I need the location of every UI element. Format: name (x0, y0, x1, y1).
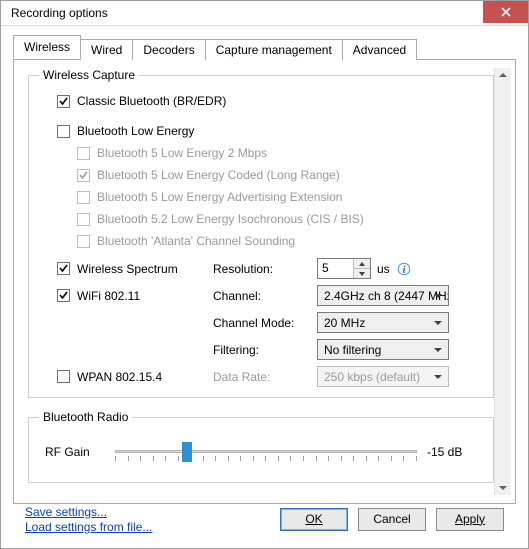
combo-channel-mode[interactable]: 20 MHz (317, 312, 449, 333)
label-wpan: WPAN 802.15.4 (77, 370, 162, 384)
label-ble-coded: Bluetooth 5 Low Energy Coded (Long Range… (97, 168, 340, 182)
chevron-down-icon (359, 272, 365, 276)
slider-thumb[interactable] (182, 442, 192, 462)
combo-filtering[interactable]: No filtering (317, 339, 449, 360)
apply-button[interactable]: Apply (436, 508, 504, 531)
label-ble: Bluetooth Low Energy (77, 124, 194, 138)
label-ble-iso: Bluetooth 5.2 Low Energy Isochronous (CI… (97, 212, 364, 226)
svg-text:i: i (402, 265, 405, 276)
label-wifi: WiFi 802.11 (77, 289, 140, 303)
tab-panel-wireless: Wireless Capture Classic Bluetooth (BR/E… (13, 59, 516, 504)
checkbox-wpan[interactable] (57, 370, 70, 383)
panel-content: Wireless Capture Classic Bluetooth (BR/E… (28, 68, 494, 495)
label-data-rate: Data Rate: (213, 370, 313, 384)
checkbox-ble[interactable] (57, 125, 70, 138)
label-channel: Channel: (213, 289, 313, 303)
tab-wireless[interactable]: Wireless (13, 35, 81, 59)
row-wifi: WiFi 802.11 (39, 289, 209, 303)
rf-gain-row: RF Gain -15 dB (39, 432, 483, 472)
slider-rail (115, 450, 417, 453)
spin-resolution[interactable]: 5 (317, 258, 371, 279)
recording-options-window: Recording options Wireless Wired Decoder… (0, 0, 529, 549)
group-wireless-capture: Wireless Capture Classic Bluetooth (BR/E… (28, 68, 494, 398)
window-title: Recording options (11, 6, 108, 20)
group-bt-radio-legend: Bluetooth Radio (39, 410, 132, 424)
tab-decoders[interactable]: Decoders (132, 39, 205, 60)
titlebar: Recording options (1, 1, 528, 26)
checkbox-ble-iso (77, 213, 90, 226)
row-ble: Bluetooth Low Energy (39, 120, 483, 142)
rf-gain-slider[interactable] (115, 440, 417, 464)
ok-button[interactable]: OK (280, 508, 348, 531)
row-spectrum: Wireless Spectrum (39, 262, 209, 276)
link-load-settings[interactable]: Load settings from file... (25, 520, 152, 534)
row-ble-2mbps: Bluetooth 5 Low Energy 2 Mbps (39, 142, 483, 164)
scroll-up-icon (499, 73, 507, 77)
row-ble-iso: Bluetooth 5.2 Low Energy Isochronous (CI… (39, 208, 483, 230)
combo-channel[interactable]: 2.4GHz ch 8 (2447 MHz) (317, 285, 449, 306)
checkbox-spectrum[interactable] (57, 262, 70, 275)
link-save-settings[interactable]: Save settings... (25, 505, 152, 519)
spin-resolution-arrows[interactable] (354, 259, 370, 278)
footer-links: Save settings... Load settings from file… (25, 505, 152, 534)
rf-gain-value: -15 dB (427, 445, 477, 459)
label-channel-mode: Channel Mode: (213, 316, 313, 330)
tab-area: Wireless Wired Decoders Capture manageme… (13, 36, 516, 504)
checkbox-wifi[interactable] (57, 289, 70, 302)
rf-gain-label: RF Gain (45, 445, 105, 459)
label-ble-2mbps: Bluetooth 5 Low Energy 2 Mbps (97, 146, 267, 160)
wireless-grid: Wireless Spectrum Resolution: 5 us (39, 258, 483, 387)
row-ble-atlanta: Bluetooth 'Atlanta' Channel Sounding (39, 230, 483, 252)
info-icon[interactable]: i (396, 261, 412, 277)
tab-capture-management[interactable]: Capture management (205, 39, 343, 60)
combo-data-rate: 250 kbps (default) (317, 366, 449, 387)
close-icon (501, 7, 511, 17)
row-ble-adv-ext: Bluetooth 5 Low Energy Advertising Exten… (39, 186, 483, 208)
label-ble-atlanta: Bluetooth 'Atlanta' Channel Sounding (97, 234, 295, 248)
ctrl-resolution: 5 us i (317, 258, 483, 279)
label-classic-bt: Classic Bluetooth (BR/EDR) (77, 94, 226, 108)
label-filtering: Filtering: (213, 343, 313, 357)
dialog-body: Wireless Wired Decoders Capture manageme… (1, 26, 528, 548)
checkbox-classic-bt[interactable] (57, 95, 70, 108)
footer: Save settings... Load settings from file… (13, 504, 516, 540)
checkbox-ble-adv-ext (77, 191, 90, 204)
close-button[interactable] (483, 1, 528, 23)
scroll-down-icon (499, 486, 507, 490)
checkbox-ble-coded (77, 169, 90, 182)
label-spectrum: Wireless Spectrum (77, 262, 178, 276)
row-classic-bt: Classic Bluetooth (BR/EDR) (39, 90, 483, 112)
tab-wired[interactable]: Wired (80, 39, 133, 60)
spin-resolution-value: 5 (318, 259, 354, 278)
tabs-row: Wireless Wired Decoders Capture manageme… (13, 36, 516, 59)
cancel-button[interactable]: Cancel (358, 508, 426, 531)
row-ble-coded: Bluetooth 5 Low Energy Coded (Long Range… (39, 164, 483, 186)
group-bt-radio: Bluetooth Radio RF Gain -15 dB (28, 410, 494, 483)
label-resolution: Resolution: (213, 262, 313, 276)
checkbox-ble-atlanta (77, 235, 90, 248)
checkbox-ble-2mbps (77, 147, 90, 160)
vertical-scrollbar[interactable] (494, 68, 511, 495)
tab-advanced[interactable]: Advanced (342, 39, 417, 60)
resolution-unit: us (377, 262, 390, 276)
chevron-up-icon (359, 262, 365, 266)
row-wpan: WPAN 802.15.4 (39, 370, 209, 384)
slider-ticks (115, 456, 417, 462)
label-ble-adv-ext: Bluetooth 5 Low Energy Advertising Exten… (97, 190, 342, 204)
group-wireless-capture-legend: Wireless Capture (39, 68, 139, 82)
